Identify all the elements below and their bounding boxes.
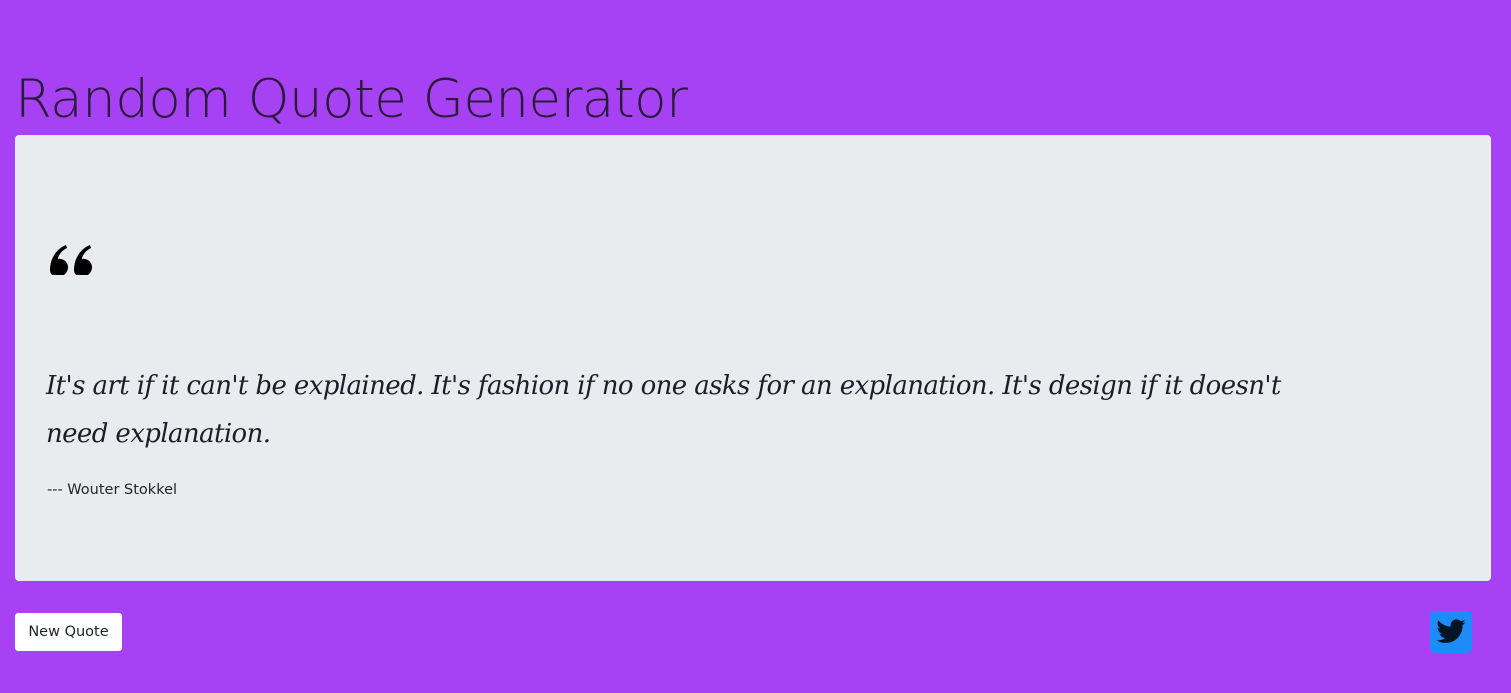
tweet-button[interactable] bbox=[1430, 611, 1472, 653]
quote-left-icon bbox=[46, 215, 96, 277]
new-quote-button[interactable]: New Quote bbox=[15, 613, 122, 651]
quote-author: --- Wouter Stokkel bbox=[47, 482, 178, 498]
twitter-icon bbox=[1436, 619, 1466, 643]
scrollbar[interactable] bbox=[1506, 0, 1511, 693]
quote-card bbox=[15, 135, 1491, 581]
page-title: Random Quote Generator bbox=[15, 69, 688, 130]
quote-text: It's art if it can't be explained. It's … bbox=[46, 371, 1281, 449]
